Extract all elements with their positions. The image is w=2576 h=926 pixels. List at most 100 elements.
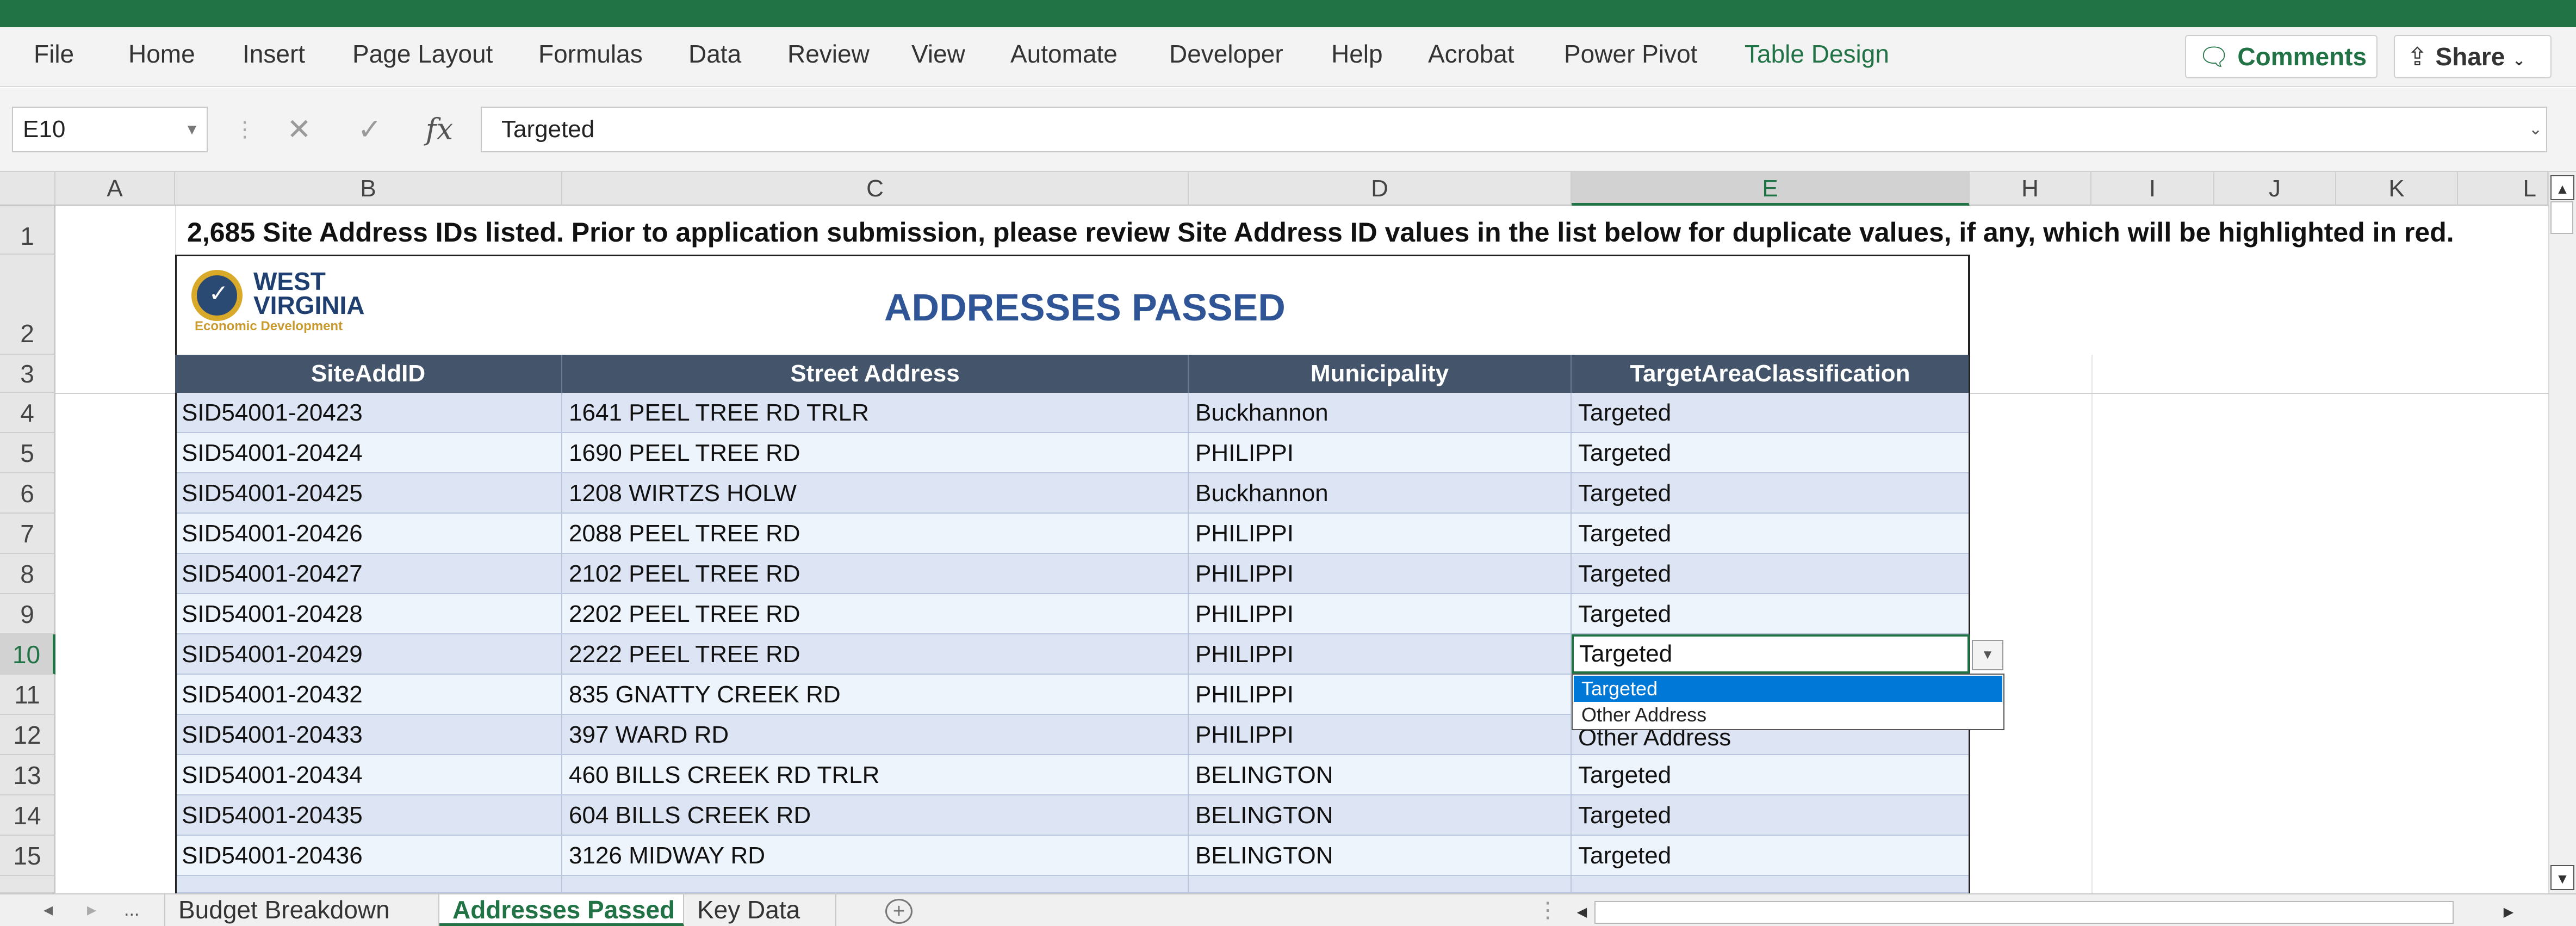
insert-function-icon[interactable]: fx xyxy=(412,107,467,152)
tab-home[interactable]: Home xyxy=(128,41,195,66)
column-header-a[interactable]: A xyxy=(55,172,175,206)
table-cell-street[interactable]: 835 GNATTY CREEK RD xyxy=(562,675,1189,715)
table-cell-municipality[interactable]: PHILIPPI xyxy=(1189,514,1572,554)
row-header-4[interactable]: 4 xyxy=(0,393,55,433)
table-cell-municipality[interactable]: PHILIPPI xyxy=(1189,594,1572,634)
comments-button[interactable]: 🗨 Comments xyxy=(2185,35,2378,78)
row-header-13[interactable]: 13 xyxy=(0,755,55,795)
column-header-e[interactable]: E xyxy=(1572,172,1970,206)
column-header-j[interactable]: J xyxy=(2214,172,2336,206)
table-cell-street[interactable]: 397 WARD RD xyxy=(562,715,1189,755)
active-cell-e10[interactable]: Targeted xyxy=(1572,634,1970,674)
tab-automate[interactable]: Automate xyxy=(1010,41,1118,66)
tab-insert[interactable]: Insert xyxy=(243,41,305,66)
column-header-c[interactable]: C xyxy=(562,172,1189,206)
row-header-14[interactable]: 14 xyxy=(0,795,55,836)
table-cell-classification[interactable]: Targeted xyxy=(1572,433,1970,473)
table-cell-classification[interactable]: Targeted xyxy=(1572,836,1970,876)
tab-formulas[interactable]: Formulas xyxy=(538,41,643,66)
table-cell-municipality[interactable]: PHILIPPI xyxy=(1189,554,1572,594)
table-cell-classification[interactable]: Targeted xyxy=(1572,473,1970,514)
table-cell-id[interactable]: SID54001-20433 xyxy=(175,715,562,755)
tab-table-design[interactable]: Table Design xyxy=(1745,41,1889,66)
table-cell-street[interactable]: 604 BILLS CREEK RD xyxy=(562,795,1189,836)
table-cell-municipality[interactable]: PHILIPPI xyxy=(1189,675,1572,715)
tab-review[interactable]: Review xyxy=(787,41,870,66)
table-cell-id[interactable]: SID54001-20429 xyxy=(175,634,562,675)
table-cell-street[interactable]: 2202 PEEL TREE RD xyxy=(562,594,1189,634)
table-cell-municipality[interactable]: PHILIPPI xyxy=(1189,715,1572,755)
table-cell-street[interactable]: 2102 PEEL TREE RD xyxy=(562,554,1189,594)
tab-data[interactable]: Data xyxy=(688,41,741,66)
previous-sheet-icon[interactable]: ◂ xyxy=(44,898,53,922)
column-header-l[interactable]: L xyxy=(2458,172,2548,206)
select-all-corner[interactable] xyxy=(0,172,55,206)
share-button[interactable]: ⇪ Share ⌄ xyxy=(2394,35,2552,78)
table-cell-id[interactable]: SID54001-20434 xyxy=(175,755,562,795)
table-header-municipality[interactable]: Municipality xyxy=(1189,355,1572,393)
table-cell-municipality[interactable]: Buckhannon xyxy=(1189,393,1572,433)
more-sheets[interactable]: ... xyxy=(124,898,139,922)
next-sheet-icon[interactable]: ▸ xyxy=(87,898,96,922)
row-header-8[interactable]: 8 xyxy=(0,554,55,594)
dropdown-option-targeted[interactable]: Targeted xyxy=(1574,676,2002,702)
dropdown-list[interactable]: Targeted Other Address xyxy=(1572,674,2004,730)
table-cell-municipality[interactable]: Buckhannon xyxy=(1189,473,1572,514)
cancel-icon[interactable]: ✕ xyxy=(272,107,326,152)
row-header-3[interactable]: 3 xyxy=(0,355,55,393)
table-cell-id[interactable]: SID54001-20427 xyxy=(175,554,562,594)
tab-developer[interactable]: Developer xyxy=(1169,41,1283,66)
column-header-d[interactable]: D xyxy=(1189,172,1572,206)
table-header-siteaddid[interactable]: SiteAddID xyxy=(175,355,562,393)
horizontal-scrollbar[interactable] xyxy=(1594,901,2454,924)
table-cell-classification[interactable]: Targeted xyxy=(1572,755,1970,795)
vertical-scroll-thumb[interactable] xyxy=(2550,201,2573,234)
row-header-6[interactable]: 6 xyxy=(0,473,55,514)
table-header-target-area-classification[interactable]: TargetAreaClassification xyxy=(1572,355,1970,393)
column-header-h[interactable]: H xyxy=(1970,172,2091,206)
table-cell-street[interactable]: 2222 PEEL TREE RD xyxy=(562,634,1189,675)
table-cell-id[interactable]: SID54001-20428 xyxy=(175,594,562,634)
enter-check-icon[interactable]: ✓ xyxy=(343,107,397,152)
row-header-2[interactable]: 2 xyxy=(0,255,55,355)
tab-power-pivot[interactable]: Power Pivot xyxy=(1564,41,1697,66)
table-cell-municipality[interactable]: BELINGTON xyxy=(1189,836,1572,876)
row-header-5[interactable]: 5 xyxy=(0,433,55,473)
table-cell-street[interactable]: 3126 MIDWAY RD xyxy=(562,836,1189,876)
table-cell-id[interactable]: SID54001-20432 xyxy=(175,675,562,715)
table-cell-classification[interactable]: Targeted xyxy=(1572,514,1970,554)
tab-page-layout[interactable]: Page Layout xyxy=(352,41,493,66)
table-cell-street[interactable]: 1641 PEEL TREE RD TRLR xyxy=(562,393,1189,433)
column-header-k[interactable]: K xyxy=(2336,172,2458,206)
tab-file[interactable]: File xyxy=(34,41,74,66)
tab-help[interactable]: Help xyxy=(1331,41,1383,66)
split-grip-icon[interactable]: ⋮ xyxy=(1537,898,1559,923)
table-cell-id[interactable]: SID54001-20423 xyxy=(175,393,562,433)
sheet-tab-budget-breakdown[interactable]: Budget Breakdown xyxy=(164,894,439,926)
sheet-tab-key-data[interactable]: Key Data xyxy=(684,894,836,926)
table-cell-municipality[interactable]: PHILIPPI xyxy=(1189,433,1572,473)
row-header-11[interactable]: 11 xyxy=(0,675,55,715)
dropdown-option-other-address[interactable]: Other Address xyxy=(1574,702,2002,728)
chevron-down-icon[interactable]: ▼ xyxy=(178,107,206,152)
tab-acrobat[interactable]: Acrobat xyxy=(1428,41,1514,66)
dropdown-arrow-icon[interactable]: ▼ xyxy=(1972,640,2003,670)
table-cell-id[interactable]: SID54001-20436 xyxy=(175,836,562,876)
table-header-street-address[interactable]: Street Address xyxy=(562,355,1189,393)
table-cell-id[interactable]: SID54001-20435 xyxy=(175,795,562,836)
expand-formula-bar-icon[interactable]: ⌄ xyxy=(2529,114,2550,145)
row-header-9[interactable]: 9 xyxy=(0,594,55,634)
row-header-1[interactable]: 1 xyxy=(0,206,55,255)
formula-input[interactable]: Targeted xyxy=(481,107,2547,152)
table-cell-street[interactable]: 2088 PEEL TREE RD xyxy=(562,514,1189,554)
table-cell-classification[interactable]: Targeted xyxy=(1572,795,1970,836)
scroll-right-icon[interactable]: ▶ xyxy=(2496,900,2521,925)
column-header-b[interactable]: B xyxy=(175,172,562,206)
table-cell-id[interactable]: SID54001-20426 xyxy=(175,514,562,554)
table-cell-classification[interactable]: Targeted xyxy=(1572,554,1970,594)
tab-view[interactable]: View xyxy=(911,41,965,66)
table-cell-municipality[interactable]: BELINGTON xyxy=(1189,795,1572,836)
table-cell-street[interactable]: 460 BILLS CREEK RD TRLR xyxy=(562,755,1189,795)
table-cell-id[interactable]: SID54001-20425 xyxy=(175,473,562,514)
row-header-15[interactable]: 15 xyxy=(0,836,55,876)
